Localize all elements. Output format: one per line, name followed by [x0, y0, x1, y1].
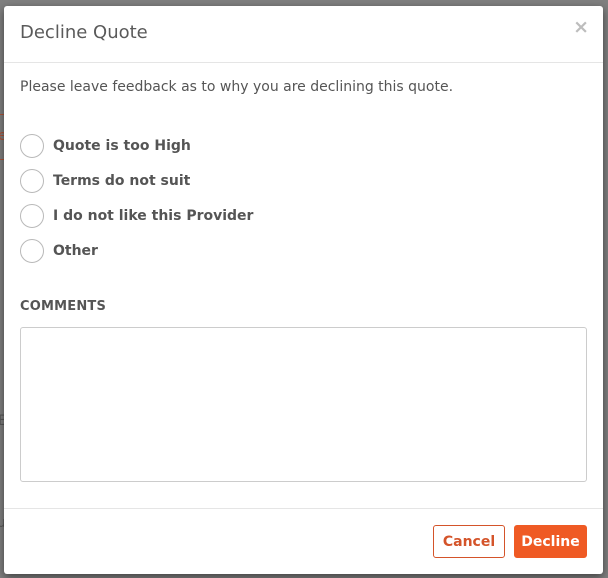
- radio-button[interactable]: [20, 204, 44, 228]
- close-icon[interactable]: ×: [573, 18, 589, 37]
- comments-textarea[interactable]: [20, 327, 587, 482]
- option-label: I do not like this Provider: [53, 208, 254, 224]
- dialog-footer: Cancel Decline: [4, 508, 603, 575]
- comments-label: COMMENTS: [20, 299, 107, 314]
- option-other[interactable]: Other: [20, 238, 98, 264]
- option-quote-too-high[interactable]: Quote is too High: [20, 133, 191, 159]
- dialog-title: Decline Quote: [20, 22, 148, 43]
- cancel-button[interactable]: Cancel: [433, 525, 505, 558]
- option-label: Terms do not suit: [53, 173, 191, 189]
- option-label: Other: [53, 243, 98, 259]
- option-terms-do-not-suit[interactable]: Terms do not suit: [20, 168, 190, 194]
- radio-button[interactable]: [20, 134, 44, 158]
- decline-button[interactable]: Decline: [514, 525, 587, 558]
- option-label: Quote is too High: [53, 138, 191, 154]
- radio-button[interactable]: [20, 169, 44, 193]
- decline-quote-dialog: Decline Quote × Please leave feedback as…: [4, 6, 603, 574]
- radio-button[interactable]: [20, 239, 44, 263]
- feedback-instructions: Please leave feedback as to why you are …: [20, 79, 454, 95]
- option-do-not-like-provider[interactable]: I do not like this Provider: [20, 203, 253, 229]
- dialog-header: Decline Quote ×: [4, 6, 603, 63]
